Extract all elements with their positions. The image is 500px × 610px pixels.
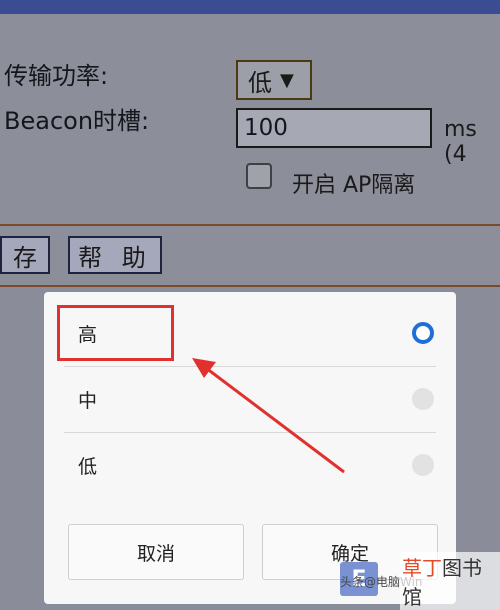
watermark-brand: 草丁图书馆 xyxy=(400,552,500,610)
annotation-arrow-icon xyxy=(192,358,345,474)
watermark-brand-highlight: 草丁 xyxy=(402,556,442,580)
